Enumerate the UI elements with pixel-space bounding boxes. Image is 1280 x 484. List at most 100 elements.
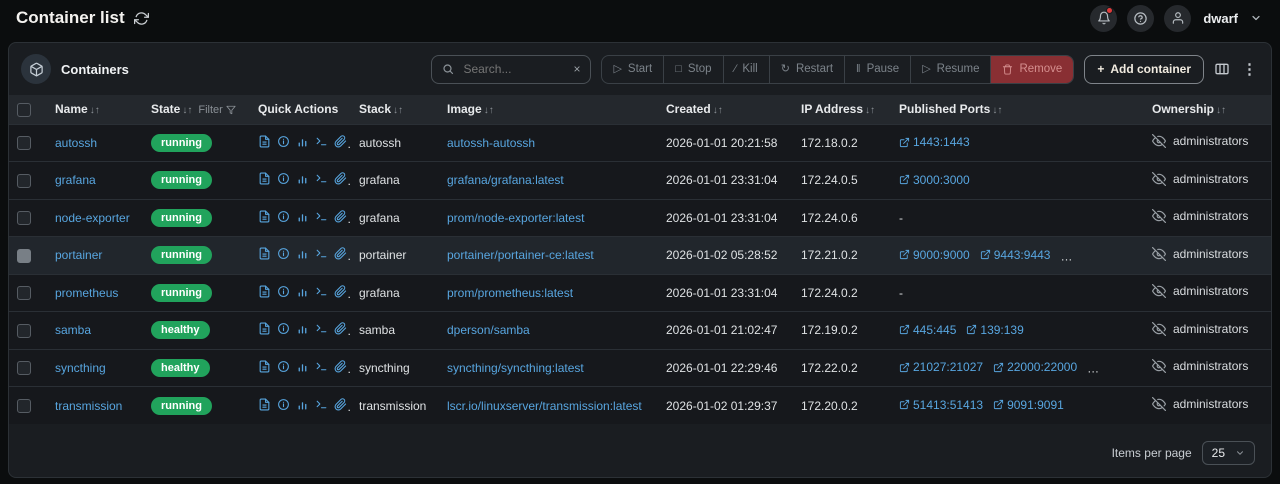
logs-icon[interactable] [258, 172, 271, 185]
stats-icon[interactable] [296, 247, 309, 260]
user-avatar[interactable] [1164, 5, 1191, 32]
attach-icon[interactable] [334, 135, 347, 148]
stats-icon[interactable] [296, 398, 309, 411]
attach-icon[interactable] [334, 210, 347, 223]
attach-icon[interactable] [334, 360, 347, 373]
attach-icon[interactable] [334, 285, 347, 298]
console-icon[interactable] [315, 398, 328, 411]
console-icon[interactable] [315, 285, 328, 298]
image-link[interactable]: autossh-autossh [447, 136, 535, 150]
resume-button[interactable]: ▷Resume [910, 56, 990, 83]
published-port-link[interactable]: 3000:3000 [899, 173, 970, 187]
published-port-link[interactable]: 51413:51413 [899, 398, 983, 412]
attach-icon[interactable] [334, 398, 347, 411]
published-port-link[interactable]: 9000:9000 [899, 248, 970, 262]
published-port-link[interactable]: 445:445 [899, 323, 956, 337]
select-all-checkbox[interactable] [17, 103, 31, 117]
search-input[interactable] [461, 61, 566, 77]
container-name-link[interactable]: transmission [55, 399, 122, 413]
container-name-link[interactable]: prometheus [55, 286, 118, 300]
published-port-link[interactable]: 21027:21027 [899, 360, 983, 374]
add-container-button[interactable]: + Add container [1084, 55, 1204, 84]
attach-icon[interactable] [334, 322, 347, 335]
inspect-icon[interactable] [277, 172, 290, 185]
kill-button[interactable]: ∕Kill [723, 56, 769, 83]
notifications-button[interactable] [1090, 5, 1117, 32]
row-checkbox[interactable] [17, 324, 31, 338]
stats-icon[interactable] [296, 210, 309, 223]
row-checkbox[interactable] [17, 211, 31, 225]
published-port-link[interactable]: 22000:22000 [993, 360, 1077, 374]
image-link[interactable]: prom/prometheus:latest [447, 286, 573, 300]
container-name-link[interactable]: autossh [55, 136, 97, 150]
inspect-icon[interactable] [277, 135, 290, 148]
stats-icon[interactable] [296, 360, 309, 373]
published-port-link[interactable]: 9443:9443 [980, 248, 1051, 262]
row-checkbox[interactable] [17, 249, 31, 263]
column-header-state[interactable]: State↓↑Filter [143, 95, 250, 124]
kebab-menu-icon[interactable]: ⋮ [1240, 60, 1259, 78]
console-icon[interactable] [315, 172, 328, 185]
image-link[interactable]: grafana/grafana:latest [447, 173, 564, 187]
console-icon[interactable] [315, 247, 328, 260]
column-header-stack[interactable]: Stack↓↑ [351, 95, 439, 124]
container-name-link[interactable]: syncthing [55, 361, 106, 375]
column-header-ip[interactable]: IP Address↓↑ [793, 95, 891, 124]
container-name-link[interactable]: grafana [55, 173, 96, 187]
container-name-link[interactable]: node-exporter [55, 211, 130, 225]
published-port-link[interactable]: 1443:1443 [899, 135, 970, 149]
row-checkbox[interactable] [17, 399, 31, 413]
image-link[interactable]: syncthing/syncthing:latest [447, 361, 584, 375]
logs-icon[interactable] [258, 247, 271, 260]
column-header-image[interactable]: Image↓↑ [439, 95, 658, 124]
logs-icon[interactable] [258, 398, 271, 411]
inspect-icon[interactable] [277, 322, 290, 335]
start-button[interactable]: ▷Start [602, 56, 663, 83]
attach-icon[interactable] [334, 172, 347, 185]
image-link[interactable]: prom/node-exporter:latest [447, 211, 584, 225]
user-menu-chevron-icon[interactable] [1250, 12, 1262, 24]
attach-icon[interactable] [334, 247, 347, 260]
state-filter[interactable]: Filter [198, 104, 235, 116]
logs-icon[interactable] [258, 360, 271, 373]
container-name-link[interactable]: portainer [55, 248, 102, 262]
stats-icon[interactable] [296, 172, 309, 185]
row-checkbox[interactable] [17, 286, 31, 300]
console-icon[interactable] [315, 360, 328, 373]
columns-settings-icon[interactable] [1214, 61, 1230, 77]
inspect-icon[interactable] [277, 247, 290, 260]
logs-icon[interactable] [258, 322, 271, 335]
console-icon[interactable] [315, 210, 328, 223]
pause-button[interactable]: ‖Pause [844, 56, 910, 83]
logs-icon[interactable] [258, 135, 271, 148]
image-link[interactable]: dperson/samba [447, 323, 530, 337]
remove-button[interactable]: Remove [990, 56, 1073, 83]
row-checkbox[interactable] [17, 174, 31, 188]
inspect-icon[interactable] [277, 210, 290, 223]
console-icon[interactable] [315, 135, 328, 148]
items-per-page-select[interactable]: 25 [1202, 441, 1255, 465]
restart-button[interactable]: ↻Restart [769, 56, 844, 83]
image-link[interactable]: portainer/portainer-ce:latest [447, 248, 594, 262]
inspect-icon[interactable] [277, 285, 290, 298]
row-checkbox[interactable] [17, 361, 31, 375]
column-header-ownership[interactable]: Ownership↓↑ [1144, 95, 1271, 124]
console-icon[interactable] [315, 322, 328, 335]
image-link[interactable]: lscr.io/linuxserver/transmission:latest [447, 399, 642, 413]
inspect-icon[interactable] [277, 398, 290, 411]
stats-icon[interactable] [296, 135, 309, 148]
stats-icon[interactable] [296, 322, 309, 335]
logs-icon[interactable] [258, 285, 271, 298]
refresh-icon[interactable] [134, 11, 149, 26]
column-header-created[interactable]: Created↓↑ [658, 95, 793, 124]
published-port-link[interactable]: 139:139 [966, 323, 1023, 337]
row-checkbox[interactable] [17, 136, 31, 150]
help-button[interactable] [1127, 5, 1154, 32]
stats-icon[interactable] [296, 285, 309, 298]
column-header-ports[interactable]: Published Ports↓↑ [891, 95, 1144, 124]
published-port-link[interactable]: 9091:9091 [993, 398, 1064, 412]
stop-button[interactable]: □Stop [663, 56, 722, 83]
column-header-name[interactable]: Name↓↑ [47, 95, 143, 124]
logs-icon[interactable] [258, 210, 271, 223]
clear-search-icon[interactable]: × [573, 62, 580, 76]
